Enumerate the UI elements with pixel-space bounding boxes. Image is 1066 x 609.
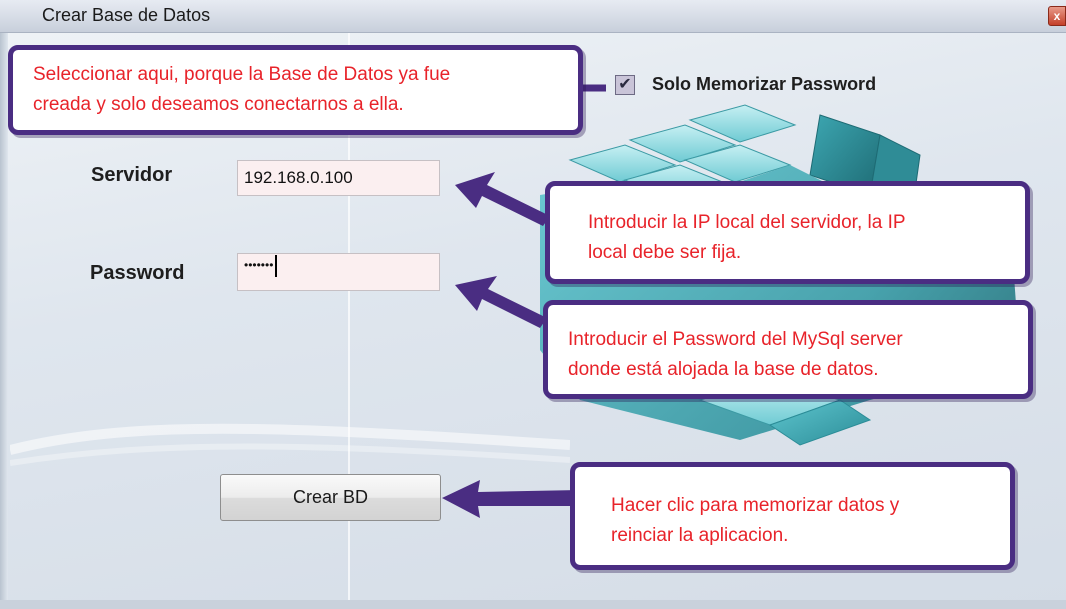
callout-checkbox-line2: creada y solo deseamos conectarnos a ell…: [33, 94, 404, 115]
callout-password-hint: Introducir el Password del MySql server …: [543, 300, 1033, 399]
callout-password-line1: Introducir el Password del MySql server: [568, 329, 903, 350]
callout-button-hint: Hacer clic para memorizar datos y reinci…: [570, 462, 1015, 570]
arrow-to-servidor: [455, 172, 550, 226]
arrow-to-password: [455, 276, 547, 328]
callout-ip-line2: local debe ser fija.: [588, 242, 742, 263]
callout-checkbox-line1: Seleccionar aqui, porque la Base de Dato…: [33, 64, 451, 85]
callout-ip-line1: Introducir la IP local del servidor, la …: [588, 212, 906, 233]
callout-ip-hint: Introducir la IP local del servidor, la …: [545, 181, 1030, 284]
window-bottom-border: [0, 600, 1066, 609]
callout-password-line2: donde está alojada la base de datos.: [568, 359, 879, 380]
callout-button-line2: reinciar la aplicacion.: [611, 525, 789, 546]
arrow-to-button: [442, 480, 580, 518]
crear-base-de-datos-window: Crear Base de Datos x ✔ Solo Memorizar P…: [0, 0, 1066, 609]
callout-button-line1: Hacer clic para memorizar datos y: [611, 495, 900, 516]
callout-checkbox-hint: Seleccionar aqui, porque la Base de Dato…: [8, 45, 583, 135]
